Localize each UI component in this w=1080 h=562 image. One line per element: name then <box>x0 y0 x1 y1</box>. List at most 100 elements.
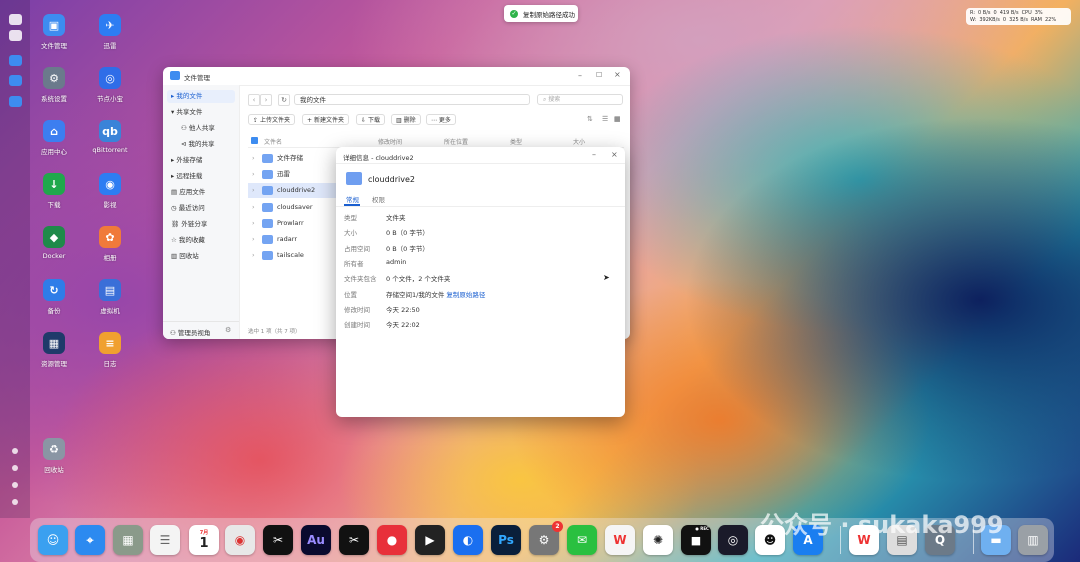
desktop-icon[interactable]: ◆ Docker <box>24 226 84 260</box>
wps-icon[interactable]: W <box>605 525 635 555</box>
app-icon: ♻ <box>43 438 65 460</box>
more-button[interactable]: ⋯ 更多 <box>426 114 456 125</box>
sidebar-item-recent[interactable]: ◷ 最近访问 <box>167 202 235 215</box>
delete-button[interactable]: ▥ 删除 <box>391 114 421 125</box>
download-button[interactable]: ⇩ 下载 <box>356 114 385 125</box>
bell-icon[interactable] <box>12 465 18 471</box>
audition-icon[interactable]: Au <box>301 525 331 555</box>
column-mtime[interactable]: 修改时间 <box>378 137 402 146</box>
finder-icon[interactable]: ☺ <box>38 525 68 555</box>
obs-icon[interactable]: ◎ <box>718 525 748 555</box>
gear-icon[interactable]: ⚙ <box>225 326 231 334</box>
close-icon[interactable]: × <box>614 70 621 79</box>
file-manager-rail-icon[interactable] <box>9 96 22 107</box>
column-location[interactable]: 所在位置 <box>444 137 468 146</box>
apple-icon[interactable]: ● <box>377 525 407 555</box>
sidebar-item-remote[interactable]: ▸ 远程挂载 <box>167 170 235 183</box>
desktop-icon[interactable]: ⌂ 应用中心 <box>24 120 84 156</box>
admin-view-toggle[interactable]: ⚇ 管理员视角 <box>170 327 210 337</box>
chevron-right-icon[interactable]: › <box>252 232 255 247</box>
column-size[interactable]: 大小 <box>573 137 585 146</box>
chevron-right-icon[interactable]: › <box>252 151 255 166</box>
sidebar-item-trash[interactable]: ▥ 回收站 <box>167 250 235 263</box>
column-type[interactable]: 类型 <box>510 137 522 146</box>
desktop-icon[interactable]: ≡ 日志 <box>80 332 140 368</box>
sidebar-item-my-shares[interactable]: ⊲ 我的共享 <box>167 138 235 151</box>
tab-general[interactable]: 常规 <box>346 194 359 204</box>
path-bar[interactable]: 我的文件 <box>294 94 530 105</box>
search-input[interactable]: ⌕ 搜索 <box>537 94 623 105</box>
reminders-icon[interactable]: ☰ <box>150 525 180 555</box>
forward-icon[interactable]: › <box>260 94 272 106</box>
maximize-icon[interactable]: ☐ <box>596 71 602 79</box>
app-icon: ◎ <box>99 67 121 89</box>
app-icon: ↓ <box>43 173 65 195</box>
chevron-right-icon[interactable]: › <box>252 183 255 198</box>
desktop-icon[interactable]: ✈ 迅雷 <box>80 14 140 50</box>
sort-icon[interactable]: ⇅ <box>587 115 593 123</box>
user-icon[interactable] <box>12 482 18 488</box>
desktop-icon[interactable]: ▣ 文件管理 <box>24 14 84 50</box>
wechat-icon[interactable]: ✉ <box>567 525 597 555</box>
trash-icon[interactable]: ▥ <box>1018 525 1048 555</box>
settings-icon[interactable] <box>12 448 18 454</box>
net-value: 0 <box>1002 17 1007 23</box>
desktop-icon[interactable]: ◎ 节点小宝 <box>80 67 140 103</box>
column-name[interactable]: 文件名 <box>264 137 282 146</box>
select-all-checkbox[interactable] <box>251 137 258 144</box>
widget-icon[interactable] <box>9 30 22 41</box>
sidebar-item-app-files[interactable]: ▤ 应用文件 <box>167 186 235 199</box>
chatgpt-icon[interactable]: ✺ <box>643 525 673 555</box>
title-bar[interactable]: 文件管理 – ☐ × <box>163 67 630 86</box>
capcut-pro-icon[interactable]: ✂ <box>339 525 369 555</box>
new-folder-button[interactable]: + 新建文件夹 <box>302 114 349 125</box>
desktop-icon[interactable]: qb qBittorrent <box>80 120 140 154</box>
desktop-icon[interactable]: ♻ 回收站 <box>24 438 84 474</box>
desktop-icon[interactable]: ⚙ 系统设置 <box>24 67 84 103</box>
back-icon[interactable]: ‹ <box>248 94 260 106</box>
app-glyph: ● <box>386 533 398 547</box>
sidebar-item-links[interactable]: ⛓ 外链分享 <box>167 218 235 231</box>
screen-recorder-icon[interactable]: ● REC ■ <box>681 525 711 555</box>
final-cut-icon[interactable]: ▶ <box>415 525 445 555</box>
detail-value-text: 今天 22:02 <box>386 321 420 330</box>
desktop-icon[interactable]: ◉ 影视 <box>80 173 140 209</box>
refresh-icon[interactable]: ↻ <box>278 94 290 106</box>
desktop-icon[interactable]: ▦ 资源管理 <box>24 332 84 368</box>
desktop-icon[interactable]: ▤ 虚拟机 <box>80 279 140 315</box>
upload-folder-button[interactable]: ⇪ 上传文件夹 <box>248 114 295 125</box>
camera-glyph: ■ <box>690 533 702 547</box>
desktop-icon[interactable]: ↻ 备份 <box>24 279 84 315</box>
sidebar-item-shared[interactable]: ▾ 共享文件 <box>167 106 235 119</box>
minimize-icon[interactable]: – <box>592 150 596 159</box>
capcut-icon[interactable]: ✂ <box>263 525 293 555</box>
chevron-right-icon[interactable]: › <box>252 248 255 263</box>
calendar-icon[interactable]: 7月 1 <box>189 525 219 555</box>
launchpad-icon[interactable]: ▦ <box>113 525 143 555</box>
minimize-icon[interactable]: – <box>578 71 582 80</box>
safari-icon[interactable]: ⌖ <box>75 525 105 555</box>
grid-view-icon[interactable]: ▦ <box>614 115 621 123</box>
app-icon[interactable] <box>9 55 22 66</box>
monitor-icon[interactable] <box>9 14 22 25</box>
chevron-right-icon[interactable]: › <box>252 167 255 182</box>
sidebar-item-external[interactable]: ▸ 外接存储 <box>167 154 235 167</box>
power-icon[interactable] <box>12 499 18 505</box>
desktop-icon[interactable]: ↓ 下载 <box>24 173 84 209</box>
desktop-icon[interactable]: ✿ 相册 <box>80 226 140 262</box>
detail-value: 文件夹 <box>386 212 406 222</box>
sidebar-item-others-shared[interactable]: ⚇ 他人共享 <box>167 122 235 135</box>
chrome-icon[interactable]: ◉ <box>225 525 255 555</box>
chevron-right-icon[interactable]: › <box>252 216 255 231</box>
app-icon[interactable] <box>9 75 22 86</box>
qq-browser-icon[interactable]: ◐ <box>453 525 483 555</box>
tab-permissions[interactable]: 权限 <box>372 194 385 204</box>
photoshop-icon[interactable]: Ps <box>491 525 521 555</box>
sidebar-item-favorites[interactable]: ☆ 我的收藏 <box>167 234 235 247</box>
close-icon[interactable]: × <box>611 150 618 159</box>
chevron-right-icon[interactable]: › <box>252 200 255 215</box>
sidebar-item-my-files[interactable]: ▸ 我的文件 <box>167 90 235 103</box>
copy-path-link[interactable]: 复制原始路径 <box>446 291 485 299</box>
list-view-icon[interactable]: ☰ <box>602 115 608 123</box>
system-settings-icon[interactable]: ⚙ 2 <box>529 521 563 555</box>
